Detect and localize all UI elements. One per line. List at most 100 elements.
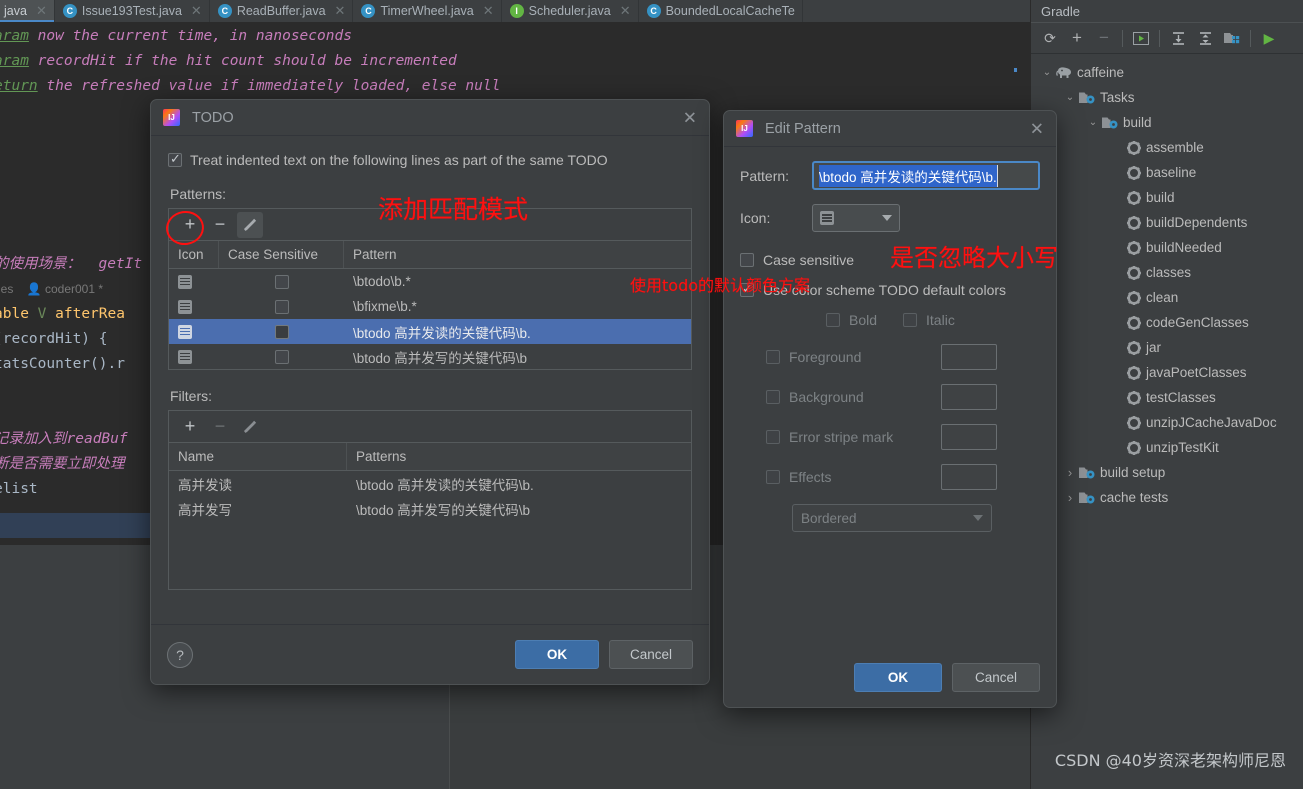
gradle-tree-item[interactable]: unzipTestKit — [1031, 435, 1303, 460]
background-checkbox[interactable] — [766, 390, 780, 404]
foreground-color-swatch[interactable] — [941, 344, 997, 370]
close-icon[interactable]: ✕ — [191, 3, 202, 19]
table-row[interactable]: 高并发写 \btodo 高并发写的关键代码\b — [169, 496, 691, 521]
close-icon[interactable]: ✕ — [683, 109, 697, 126]
chevron-right-icon[interactable]: › — [1062, 465, 1078, 480]
patterns-table[interactable]: + − Icon Case Sensitive Pattern \btodo\b… — [168, 208, 692, 370]
case-sensitive-checkbox[interactable] — [274, 274, 289, 289]
tab-issue193test[interactable]: C Issue193Test.java ✕ — [55, 0, 210, 22]
expand-all-icon[interactable] — [1165, 25, 1191, 51]
collapse-all-icon[interactable] — [1192, 25, 1218, 51]
tab-java[interactable]: java ✕ — [0, 0, 55, 22]
close-icon[interactable]: ✕ — [620, 3, 631, 19]
effects-color-swatch[interactable] — [941, 464, 997, 490]
gradle-tree-item[interactable]: baseline — [1031, 160, 1303, 185]
font-style-row[interactable]: Bold Italic — [826, 312, 1040, 328]
editor-tab-bar[interactable]: java ✕ C Issue193Test.java ✕ C ReadBuffe… — [0, 0, 1030, 22]
gradle-tree-item[interactable]: ⌄ build — [1031, 110, 1303, 135]
add-icon[interactable]: + — [1064, 25, 1090, 51]
cell-case-sensitive[interactable] — [219, 294, 344, 319]
treat-indented-checkbox[interactable] — [168, 151, 182, 167]
gradle-tree-item[interactable]: assemble — [1031, 135, 1303, 160]
cell-case-sensitive[interactable] — [219, 269, 344, 294]
chevron-right-icon[interactable]: › — [1062, 490, 1078, 505]
refresh-icon[interactable]: ⟳ — [1037, 25, 1063, 51]
tab-boundedlocalcachete[interactable]: C BoundedLocalCacheTe — [639, 0, 803, 22]
foreground-checkbox[interactable] — [766, 350, 780, 364]
run-icon[interactable] — [1128, 25, 1154, 51]
modules-icon[interactable] — [1219, 25, 1245, 51]
gradle-tree-item[interactable]: build — [1031, 185, 1303, 210]
bold-checkbox[interactable] — [826, 313, 840, 327]
close-icon[interactable]: ✕ — [335, 3, 346, 19]
gradle-tree-item[interactable]: testClasses — [1031, 385, 1303, 410]
tab-timerwheel[interactable]: C TimerWheel.java ✕ — [353, 0, 502, 22]
cell-case-sensitive[interactable] — [219, 319, 344, 344]
filters-toolbar[interactable]: + − — [169, 411, 691, 443]
table-row[interactable]: \btodo\b.* — [169, 269, 691, 294]
bold-option[interactable]: Bold — [826, 312, 877, 328]
edit-ok-button[interactable]: OK — [854, 662, 942, 692]
gradle-tree-item[interactable]: clean — [1031, 285, 1303, 310]
gradle-tree-item[interactable]: unzipJCacheJavaDoc — [1031, 410, 1303, 435]
gradle-tool-window[interactable]: Gradle ⟳ + − ▶ ⌄ caffeine ⌄ Tasks ⌄ build ass… — [1030, 0, 1303, 789]
table-row[interactable]: 高并发读 \btodo 高并发读的关键代码\b. — [169, 471, 691, 496]
patterns-rows[interactable]: \btodo\b.* \bfixme\b.* \btodo 高并发读的关键代码\b.… — [169, 269, 691, 369]
remove-icon[interactable]: − — [1091, 25, 1117, 51]
error-stripe-color-swatch[interactable] — [941, 424, 997, 450]
italic-checkbox[interactable] — [903, 313, 918, 327]
chevron-down-icon[interactable]: ⌄ — [1062, 92, 1078, 103]
error-stripe-row[interactable]: Error stripe mark — [740, 424, 1040, 450]
error-stripe-checkbox[interactable] — [766, 430, 780, 444]
pattern-input[interactable]: \btodo 高并发读的关键代码\b. — [812, 161, 1040, 190]
case-sensitive-checkbox[interactable] — [274, 349, 289, 364]
gradle-tree-item[interactable]: buildNeeded — [1031, 235, 1303, 260]
gradle-tree-item[interactable]: › build setup — [1031, 460, 1303, 485]
table-row[interactable]: \bfixme\b.* — [169, 294, 691, 319]
treat-indented-checkbox-row[interactable]: Treat indented text on the following lin… — [168, 151, 692, 168]
todo-settings-dialog[interactable]: IJ TODO ✕ Treat indented text on the fol… — [150, 99, 710, 685]
todo-cancel-button[interactable]: Cancel — [609, 640, 693, 669]
edit-pattern-button[interactable] — [237, 211, 263, 238]
gradle-tree-item[interactable]: codeGenClasses — [1031, 310, 1303, 335]
remove-pattern-button[interactable]: − — [207, 212, 233, 238]
gradle-tree-item[interactable]: classes — [1031, 260, 1303, 285]
case-sensitive-checkbox[interactable] — [274, 299, 289, 314]
edit-pattern-dialog[interactable]: IJ Edit Pattern ✕ Pattern: \btodo 高并发读的关… — [723, 110, 1057, 708]
icon-dropdown[interactable] — [812, 204, 900, 232]
table-row[interactable]: \btodo 高并发写的关键代码\b — [169, 344, 691, 369]
chevron-down-icon[interactable]: ⌄ — [1039, 67, 1055, 78]
gradle-tree-item[interactable]: jar — [1031, 335, 1303, 360]
effects-checkbox[interactable] — [766, 470, 780, 484]
question-mark-icon[interactable]: ? — [167, 641, 193, 668]
gradle-tree-item[interactable]: javaPoetClasses — [1031, 360, 1303, 385]
icon-field-row[interactable]: Icon: — [740, 204, 1040, 232]
gradle-task-tree[interactable]: ⌄ caffeine ⌄ Tasks ⌄ build assemble baseline … — [1031, 54, 1303, 510]
todo-ok-button[interactable]: OK — [515, 640, 599, 669]
italic-option[interactable]: Italic — [903, 312, 955, 328]
background-color-swatch[interactable] — [941, 384, 997, 410]
effects-row[interactable]: Effects — [740, 464, 1040, 490]
case-sensitive-checkbox[interactable] — [274, 324, 289, 339]
tab-scheduler[interactable]: I Scheduler.java ✕ — [502, 0, 639, 22]
remove-filter-button[interactable]: − — [207, 414, 233, 440]
add-filter-button[interactable]: + — [177, 414, 203, 440]
gradle-tree-item[interactable]: buildDependents — [1031, 210, 1303, 235]
chevron-down-icon[interactable]: ⌄ — [1085, 117, 1101, 128]
effect-type-dropdown[interactable]: Bordered — [792, 504, 992, 532]
filters-table[interactable]: + − Name Patterns 高并发读 \btodo 高并发读的关键代码\b… — [168, 410, 692, 590]
close-icon[interactable]: ✕ — [1030, 120, 1044, 137]
background-row[interactable]: Background — [740, 384, 1040, 410]
close-icon[interactable]: ✕ — [36, 3, 47, 19]
run-anything-icon[interactable]: ▶ — [1256, 25, 1282, 51]
effect-type-row[interactable]: Bordered — [740, 504, 1040, 532]
foreground-row[interactable]: Foreground — [740, 344, 1040, 370]
filters-rows[interactable]: 高并发读 \btodo 高并发读的关键代码\b. 高并发写 \btodo 高并发写的关… — [169, 471, 691, 521]
table-row[interactable]: \btodo 高并发读的关键代码\b. — [169, 319, 691, 344]
gradle-toolbar[interactable]: ⟳ + − ▶ — [1031, 22, 1303, 54]
case-sensitive-checkbox[interactable] — [740, 253, 754, 267]
gradle-tree-item[interactable]: › cache tests — [1031, 485, 1303, 510]
edit-cancel-button[interactable]: Cancel — [952, 662, 1040, 692]
edit-filter-button[interactable] — [237, 414, 263, 440]
cell-case-sensitive[interactable] — [219, 344, 344, 369]
